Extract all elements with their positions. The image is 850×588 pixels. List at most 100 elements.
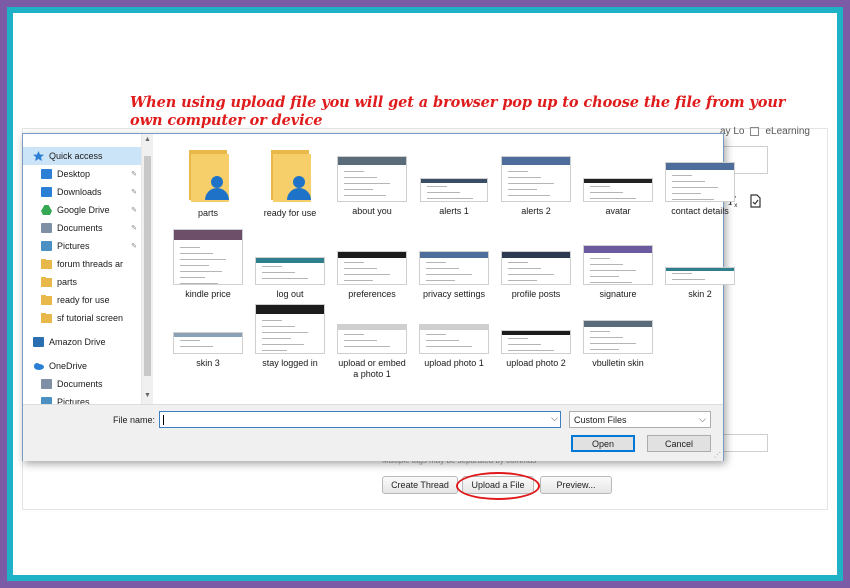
pictures-icon	[41, 241, 52, 251]
nav-item-label: Documents	[57, 223, 103, 233]
chevron-down-icon[interactable]: ⌵	[551, 413, 558, 424]
file-name: about you	[352, 206, 392, 216]
file-item[interactable]: preferences	[335, 251, 409, 300]
nav-item-label: sf tutorial screen	[57, 313, 124, 323]
nav-item[interactable]: Amazon Drive	[23, 333, 141, 351]
file-item[interactable]: contact details	[663, 162, 737, 217]
nav-item[interactable]: Documents	[23, 375, 141, 393]
file-type-select[interactable]: Custom Files ⌵	[569, 411, 711, 428]
documents-icon	[41, 223, 52, 233]
scroll-thumb[interactable]	[144, 156, 151, 376]
file-name: stay logged in	[262, 358, 318, 368]
nav-item[interactable]: Pictures	[23, 393, 141, 404]
file-item[interactable]: upload photo 2	[499, 330, 573, 369]
nav-item-label: Desktop	[57, 169, 91, 179]
file-item[interactable]: avatar	[581, 178, 655, 217]
desktop-icon	[41, 169, 52, 179]
file-name: alerts 1	[439, 206, 469, 216]
nav-item[interactable]: Downloads ✎	[23, 183, 141, 201]
preview-button[interactable]: Preview...	[540, 476, 612, 494]
file-item[interactable]: upload or embed a photo 1	[335, 324, 409, 380]
scroll-down-icon[interactable]: ▼	[144, 392, 151, 399]
nav-item-label: parts	[57, 277, 78, 287]
file-item[interactable]: profile posts	[499, 251, 573, 300]
file-item[interactable]: parts	[171, 146, 245, 219]
image-thumbnail	[337, 251, 407, 285]
file-type-value: Custom Files	[574, 414, 627, 425]
spellcheck-icon[interactable]	[748, 194, 762, 211]
nav-item-label: Pictures	[57, 241, 90, 251]
image-thumbnail	[420, 178, 488, 202]
nav-item[interactable]: Google Drive ✎	[23, 201, 141, 219]
google-drive-icon	[41, 205, 52, 215]
create-thread-button[interactable]: Create Thread	[382, 476, 458, 494]
file-item[interactable]: privacy settings	[417, 251, 491, 300]
file-name: preferences	[348, 289, 396, 299]
image-thumbnail	[583, 178, 653, 202]
file-name: alerts 2	[521, 206, 551, 216]
nav-item-label: forum threads ar	[57, 259, 124, 269]
nav-item-label: Documents	[57, 379, 103, 389]
nav-item-label: ready for use	[57, 295, 110, 305]
amazon-drive-icon	[33, 337, 44, 347]
scroll-up-icon[interactable]: ▲	[144, 136, 151, 143]
nav-item[interactable]: parts	[23, 273, 141, 291]
file-name-label: File name:	[113, 415, 156, 425]
file-name: signature	[599, 289, 637, 299]
shared-folder-icon	[185, 146, 231, 202]
file-item[interactable]: skin 2	[663, 267, 737, 300]
file-item[interactable]: skin 3	[171, 332, 245, 369]
file-name: privacy settings	[422, 289, 486, 299]
tags-input[interactable]	[718, 434, 768, 452]
folder-icon	[41, 259, 52, 269]
file-item[interactable]: ready for use	[253, 146, 327, 219]
file-item[interactable]: stay logged in	[253, 304, 327, 369]
navigation-pane: Quick access Desktop ✎ Downloads ✎ Google Dri…	[23, 134, 145, 404]
open-button[interactable]: Open	[571, 435, 635, 452]
file-name: vbulletin skin	[592, 358, 644, 368]
nav-item-label: Google Drive	[57, 205, 110, 215]
nav-item[interactable]: ready for use	[23, 291, 141, 309]
resize-grip-icon[interactable]: ⋰	[714, 451, 721, 459]
pin-icon: ✎	[131, 225, 137, 232]
file-name: skin 2	[688, 289, 712, 299]
nav-item[interactable]: forum threads ar	[23, 255, 141, 273]
nav-item-label: Pictures	[57, 397, 90, 404]
file-item[interactable]: alerts 2	[499, 156, 573, 217]
folder-icon	[41, 295, 52, 305]
navigation-scrollbar[interactable]: ▲ ▼	[141, 134, 153, 404]
file-item[interactable]: upload photo 1	[417, 324, 491, 369]
file-name: upload photo 2	[506, 358, 566, 368]
image-thumbnail	[337, 324, 407, 354]
folder-icon	[41, 277, 52, 287]
nav-item[interactable]: Pictures ✎	[23, 237, 141, 255]
nav-item-label: OneDrive	[49, 361, 88, 371]
nav-item[interactable]: OneDrive	[23, 357, 141, 375]
image-thumbnail	[419, 324, 489, 354]
file-item[interactable]: about you	[335, 156, 409, 217]
image-thumbnail	[501, 156, 571, 202]
file-item[interactable]: vbulletin skin	[581, 320, 655, 369]
documents-icon	[41, 379, 52, 389]
cancel-button[interactable]: Cancel	[647, 435, 711, 452]
file-item[interactable]: signature	[581, 245, 655, 300]
pin-icon: ✎	[131, 207, 137, 214]
file-name-input[interactable]: ⌵	[159, 411, 561, 428]
image-thumbnail	[173, 229, 243, 285]
file-item[interactable]: kindle price	[171, 229, 245, 300]
pin-icon: ✎	[131, 189, 137, 196]
folder-icon	[41, 313, 52, 323]
file-item[interactable]: log out	[253, 257, 327, 300]
nav-item[interactable]: Desktop ✎	[23, 165, 141, 183]
image-thumbnail	[337, 156, 407, 202]
nav-item[interactable]: Quick access	[23, 147, 141, 165]
nav-item-label: Amazon Drive	[49, 337, 106, 347]
nav-item-label: Downloads	[57, 187, 102, 197]
file-item[interactable]: alerts 1	[417, 178, 491, 217]
file-name: profile posts	[511, 289, 561, 299]
file-name: skin 3	[196, 358, 220, 368]
image-thumbnail	[583, 320, 653, 354]
nav-item[interactable]: sf tutorial screen	[23, 309, 141, 327]
nav-item[interactable]: Documents ✎	[23, 219, 141, 237]
image-thumbnail	[665, 162, 735, 202]
